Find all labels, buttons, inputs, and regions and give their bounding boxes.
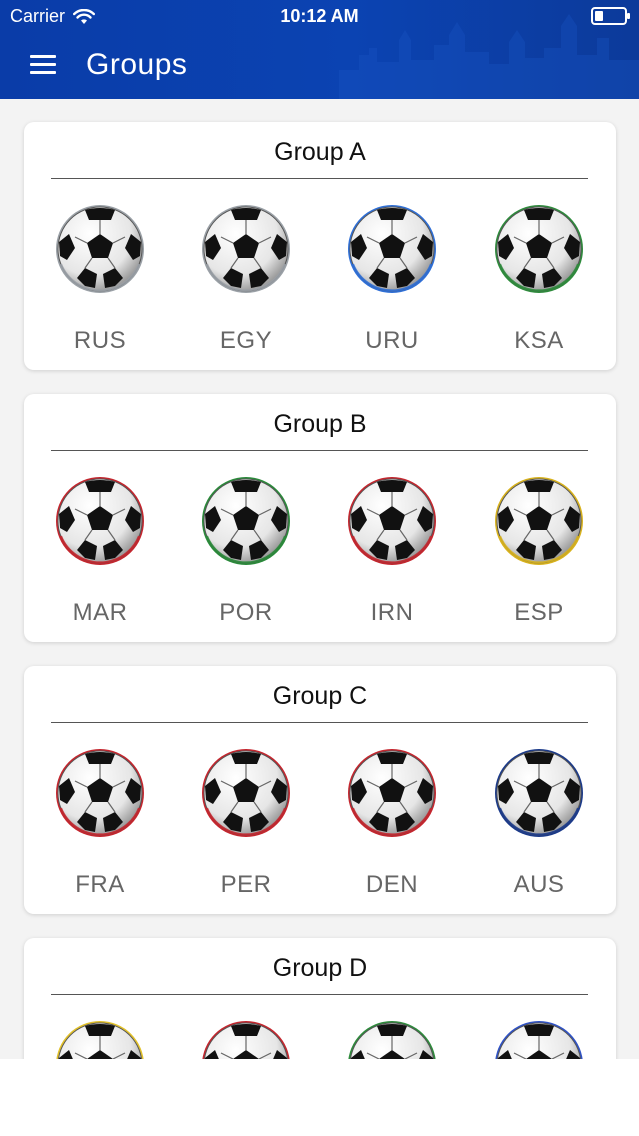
groups-screen: Carrier 10:12 AM Groups Group A RUS EGY URU… xyxy=(0,0,639,1136)
group-card[interactable]: Group C FRA PER DEN AUS xyxy=(24,666,616,914)
soccer-ball-icon xyxy=(202,749,290,837)
team-code: EGY xyxy=(219,327,273,354)
team-code: PER xyxy=(220,871,272,898)
team-code: ESP xyxy=(514,599,564,626)
team-item[interactable]: IRN xyxy=(342,476,442,627)
groups-list[interactable]: Group A RUS EGY URU KSA Group B MAR POR IRN ESP Gr… xyxy=(0,99,639,1059)
soccer-ball-icon xyxy=(56,749,144,837)
team-item[interactable]: PER xyxy=(196,748,296,899)
menu-icon[interactable] xyxy=(30,55,56,77)
team-item[interactable]: RUS xyxy=(50,204,150,355)
soccer-ball-icon xyxy=(495,749,583,837)
team-item[interactable] xyxy=(196,1020,296,1059)
team-item[interactable]: URU xyxy=(342,204,442,355)
team-item[interactable] xyxy=(50,1020,150,1059)
team-code: IRN xyxy=(370,599,414,626)
nav-bar: Groups xyxy=(0,40,639,94)
team-item[interactable] xyxy=(342,1020,442,1059)
group-divider xyxy=(51,178,588,179)
app-header: Carrier 10:12 AM Groups xyxy=(0,0,639,99)
team-code: AUS xyxy=(513,871,565,898)
team-code: MAR xyxy=(72,599,128,626)
group-card[interactable]: Group D xyxy=(24,938,616,1059)
team-code: FRA xyxy=(75,871,125,898)
soccer-ball-icon xyxy=(56,477,144,565)
team-code: KSA xyxy=(514,327,564,354)
team-item[interactable]: KSA xyxy=(489,204,589,355)
battery-level xyxy=(595,11,604,21)
team-item[interactable]: POR xyxy=(196,476,296,627)
team-code: URU xyxy=(365,327,419,354)
team-item[interactable]: MAR xyxy=(50,476,150,627)
battery-icon xyxy=(591,7,630,25)
soccer-ball-icon xyxy=(202,1021,290,1059)
team-item[interactable] xyxy=(489,1020,589,1059)
team-code: DEN xyxy=(365,871,419,898)
soccer-ball-icon xyxy=(348,1021,436,1059)
bottom-area xyxy=(0,1059,639,1136)
team-item[interactable]: ESP xyxy=(489,476,589,627)
soccer-ball-icon xyxy=(202,205,290,293)
soccer-ball-icon xyxy=(56,205,144,293)
group-title: Group B xyxy=(273,410,367,438)
team-code: RUS xyxy=(73,327,127,354)
team-item[interactable]: EGY xyxy=(196,204,296,355)
soccer-ball-icon xyxy=(495,1021,583,1059)
soccer-ball-icon xyxy=(495,477,583,565)
group-card[interactable]: Group A RUS EGY URU KSA xyxy=(24,122,616,370)
group-title: Group C xyxy=(272,682,368,710)
group-title: Group A xyxy=(274,138,366,166)
status-time: 10:12 AM xyxy=(280,6,359,26)
page-title: Groups xyxy=(86,48,188,81)
team-code: POR xyxy=(219,599,273,626)
group-divider xyxy=(51,722,588,723)
group-divider xyxy=(51,994,588,995)
team-item[interactable]: AUS xyxy=(489,748,589,899)
group-divider xyxy=(51,450,588,451)
group-card[interactable]: Group B MAR POR IRN ESP xyxy=(24,394,616,642)
soccer-ball-icon xyxy=(56,1021,144,1059)
soccer-ball-icon xyxy=(348,749,436,837)
soccer-ball-icon xyxy=(348,205,436,293)
status-bar: Carrier 10:12 AM xyxy=(0,0,639,34)
group-title: Group D xyxy=(272,954,368,982)
soccer-ball-icon xyxy=(495,205,583,293)
team-item[interactable]: DEN xyxy=(342,748,442,899)
soccer-ball-icon xyxy=(348,477,436,565)
soccer-ball-icon xyxy=(202,477,290,565)
team-item[interactable]: FRA xyxy=(50,748,150,899)
